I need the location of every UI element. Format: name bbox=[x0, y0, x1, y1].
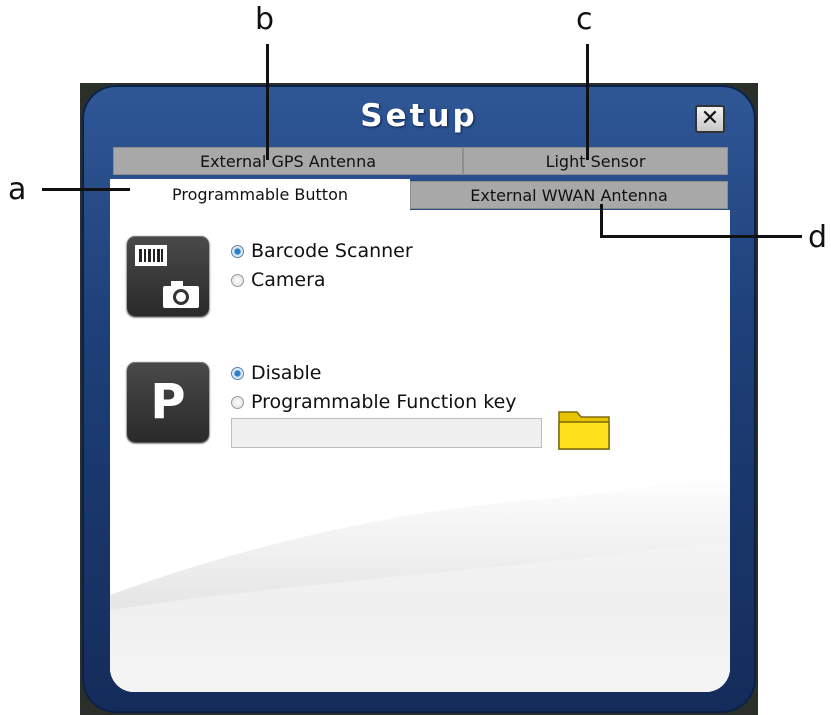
tab-label: External GPS Antenna bbox=[199, 151, 377, 171]
tab-external-wwan-antenna[interactable]: External WWAN Antenna bbox=[410, 181, 728, 209]
tab-label: Light Sensor bbox=[545, 151, 646, 171]
function-key-path-input[interactable] bbox=[231, 418, 542, 448]
radio-button[interactable] bbox=[231, 395, 244, 409]
callout-d: d bbox=[808, 220, 828, 255]
tab-label: Programmable Button bbox=[171, 185, 349, 204]
p-letter: P bbox=[150, 374, 186, 430]
tab-external-gps-antenna[interactable]: External GPS Antenna bbox=[113, 147, 463, 175]
radio-button-checked[interactable] bbox=[231, 366, 244, 380]
radio-button[interactable] bbox=[231, 273, 244, 287]
callout-a: a bbox=[8, 172, 27, 207]
disable-option[interactable]: Disable bbox=[231, 362, 321, 384]
option-label: Camera bbox=[251, 269, 326, 291]
window-title: Setup bbox=[360, 98, 478, 134]
tab-programmable-button[interactable]: Programmable Button bbox=[110, 179, 410, 210]
barcode-camera-icon bbox=[127, 236, 209, 316]
barcode-scanner-option[interactable]: Barcode Scanner bbox=[231, 240, 413, 262]
callout-d-line-horizontal bbox=[600, 235, 802, 238]
folder-icon[interactable] bbox=[557, 406, 611, 451]
close-icon: ✕ bbox=[700, 106, 720, 131]
option-label: Barcode Scanner bbox=[251, 240, 413, 262]
radio-button-checked[interactable] bbox=[231, 244, 244, 258]
tab-light-sensor[interactable]: Light Sensor bbox=[463, 147, 728, 175]
programmable-function-key-option[interactable]: Programmable Function key bbox=[231, 391, 517, 413]
tab-label: External WWAN Antenna bbox=[470, 185, 668, 205]
programmable-key-icon: P bbox=[127, 362, 209, 442]
callout-c-line bbox=[586, 44, 589, 160]
callout-c: c bbox=[576, 2, 593, 37]
option-label: Disable bbox=[251, 362, 322, 384]
callout-b-line bbox=[266, 44, 269, 160]
option-label: Programmable Function key bbox=[251, 391, 517, 413]
callout-d-line-vertical bbox=[600, 204, 603, 238]
callout-a-line bbox=[42, 188, 130, 191]
close-button[interactable]: ✕ bbox=[695, 105, 725, 133]
callout-b: b bbox=[255, 2, 275, 37]
camera-option[interactable]: Camera bbox=[231, 269, 326, 291]
